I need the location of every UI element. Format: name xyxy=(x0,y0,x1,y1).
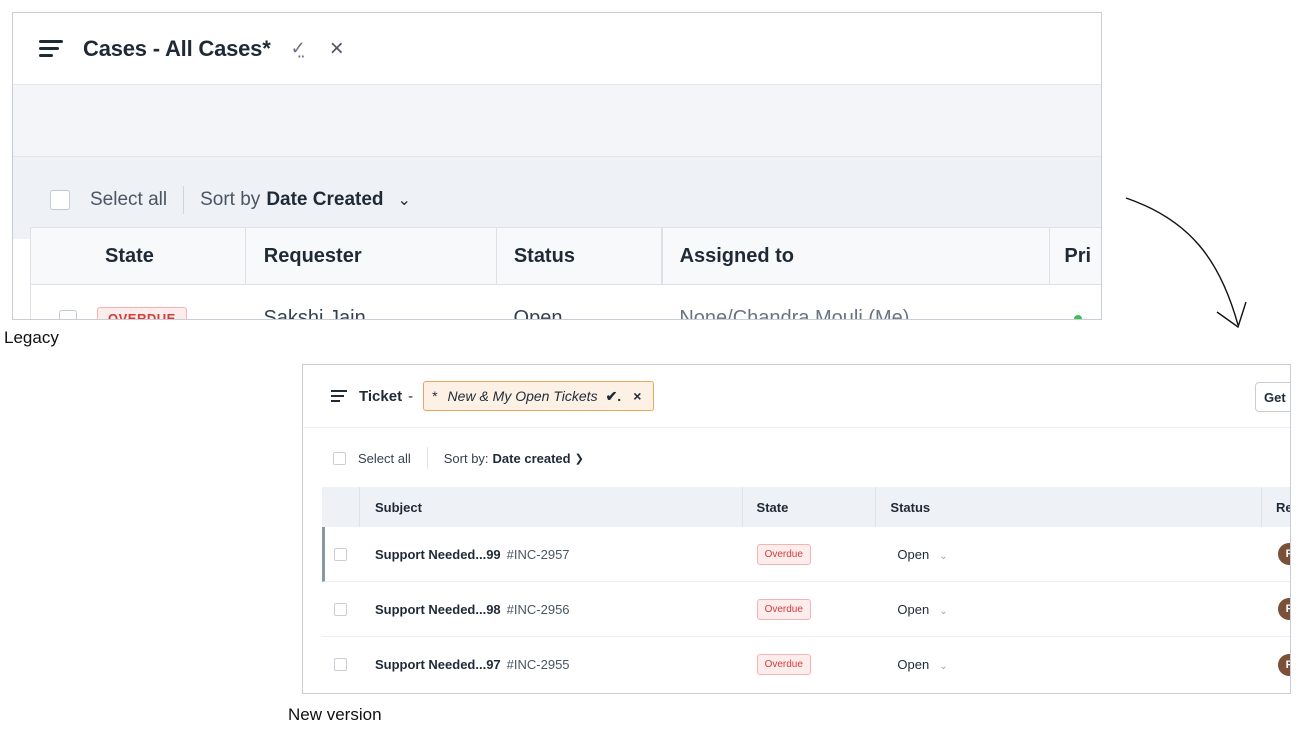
sort-dropdown[interactable]: Date created xyxy=(493,451,571,466)
legacy-filter-bar xyxy=(13,85,1101,157)
state-badge: Overdue xyxy=(756,598,811,620)
hamburger-menu-icon[interactable] xyxy=(39,39,63,58)
table-row[interactable]: OVERDUE Sakshi Jain Open None/Chandra Mo… xyxy=(30,285,1101,320)
divider xyxy=(183,186,185,214)
new-version-panel: Ticket - * New & My Open Tickets ✔. × Ge… xyxy=(302,364,1291,694)
column-header-assigned-to[interactable]: Assigned to xyxy=(661,228,1051,284)
column-header-select xyxy=(322,487,360,527)
select-all-checkbox[interactable] xyxy=(50,190,70,210)
column-header-subject[interactable]: Subject xyxy=(360,487,743,527)
close-icon[interactable]: × xyxy=(633,388,641,404)
new-header: Ticket - * New & My Open Tickets ✔. × Ge… xyxy=(303,365,1290,428)
table-row[interactable]: Support Needed...98 #INC-2956 Overdue Ope… xyxy=(322,582,1290,637)
chevron-down-icon[interactable]: ⌄ xyxy=(939,606,947,617)
column-header-requester[interactable]: Requester xyxy=(246,228,497,284)
table-row[interactable]: Support Needed...97 #INC-2955 Overdue Ope… xyxy=(322,637,1290,692)
state-badge: Overdue xyxy=(756,654,811,675)
select-all-checkbox[interactable] xyxy=(333,451,346,465)
row-checkbox[interactable] xyxy=(334,602,347,616)
divider xyxy=(426,447,428,469)
table-row[interactable]: Support Needed...99 #INC-2957 Overdue Ope… xyxy=(322,527,1290,582)
row-checkbox[interactable] xyxy=(59,309,77,319)
chevron-down-icon[interactable]: ⌄ xyxy=(939,661,947,672)
check-dotted-icon[interactable]: ✓̤ xyxy=(291,38,306,59)
view-name: New & My Open Tickets xyxy=(447,388,598,404)
requester-cell: Sakshi Jain xyxy=(263,307,366,320)
select-all-label: Select all xyxy=(90,189,168,210)
new-list-toolbar: Select all Sort by: Date created ❯ xyxy=(303,428,1290,488)
sort-prefix: Sort by xyxy=(200,189,261,210)
row-checkbox[interactable] xyxy=(334,658,347,671)
view-selector[interactable]: * New & My Open Tickets ✔. × xyxy=(423,381,655,411)
legacy-caption: Legacy xyxy=(4,328,59,347)
sort-prefix: Sort by: xyxy=(443,450,489,466)
assigned-to-cell[interactable]: None/Chandra Mouli (Me) xyxy=(661,307,1050,319)
status-dropdown[interactable]: Open xyxy=(897,602,929,617)
unsaved-indicator: * xyxy=(432,388,438,404)
status-dropdown[interactable]: Open xyxy=(897,657,929,672)
chevron-down-icon[interactable]: ❯ xyxy=(575,452,584,465)
chevron-down-icon[interactable]: ⌄ xyxy=(939,551,947,562)
table-header: State Requester Status Assigned to Pri xyxy=(30,227,1101,285)
column-header-status[interactable]: Status xyxy=(876,487,1263,527)
ticket-subject[interactable]: Support Needed...98 xyxy=(375,602,501,617)
legacy-panel: Cases - All Cases* ✓̤ × Select all Sort … xyxy=(12,12,1102,320)
legacy-header: Cases - All Cases* ✓̤ × xyxy=(13,13,1101,85)
column-header-status[interactable]: Status xyxy=(497,228,662,284)
curved-arrow-icon xyxy=(1125,197,1247,329)
close-icon[interactable]: × xyxy=(330,36,344,61)
avatar[interactable]: F xyxy=(1278,653,1290,676)
hamburger-menu-icon[interactable] xyxy=(331,390,347,402)
title-separator: - xyxy=(408,387,414,405)
ticket-id: #INC-2955 xyxy=(506,657,570,672)
ticket-subject[interactable]: Support Needed...97 xyxy=(375,657,501,672)
new-version-caption: New version xyxy=(288,705,382,724)
chevron-down-icon[interactable]: ⌄ xyxy=(398,190,411,210)
state-badge: Overdue xyxy=(756,543,811,565)
column-header-requester[interactable]: Re xyxy=(1262,487,1290,527)
save-view-check-icon[interactable]: ✔. xyxy=(606,388,622,405)
sort-dropdown[interactable]: Date Created xyxy=(266,189,383,211)
select-all-label: Select all xyxy=(358,450,411,466)
get-button[interactable]: Get xyxy=(1255,382,1290,412)
column-header-state[interactable]: State xyxy=(743,487,877,527)
ticket-subject[interactable]: Support Needed...99 xyxy=(375,547,501,562)
priority-dot-icon xyxy=(1074,315,1083,319)
state-badge: OVERDUE xyxy=(97,307,187,319)
column-header-priority[interactable]: Pri xyxy=(1050,228,1101,284)
column-header-state[interactable]: State xyxy=(31,228,246,284)
table-header: Subject State Status Re xyxy=(322,487,1290,527)
page-title: Cases - All Cases* xyxy=(83,35,271,61)
ticket-id: #INC-2956 xyxy=(506,601,570,617)
status-dropdown[interactable]: Open xyxy=(897,547,929,562)
legacy-table: State Requester Status Assigned to Pri O… xyxy=(30,227,1101,320)
row-checkbox[interactable] xyxy=(334,547,347,561)
avatar[interactable]: F xyxy=(1278,598,1290,620)
avatar[interactable]: F xyxy=(1278,543,1290,565)
page-title: Ticket xyxy=(359,387,403,405)
status-cell[interactable]: Open xyxy=(497,307,662,319)
ticket-id: #INC-2957 xyxy=(506,546,570,562)
